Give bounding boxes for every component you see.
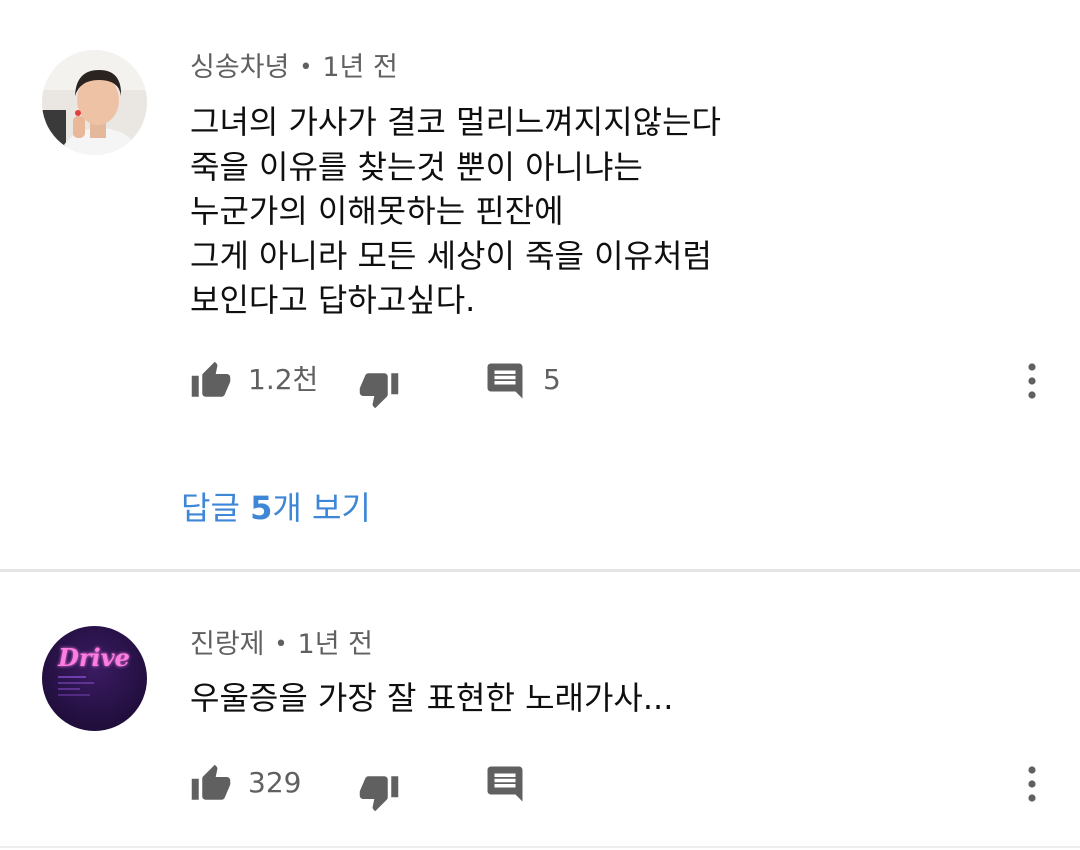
comment-line: 그녀의 가사가 결코 멀리느껴지지않는다 — [190, 103, 721, 141]
avatar[interactable] — [42, 50, 147, 155]
comment-line: 누군가의 이해못하는 핀잔에 — [190, 192, 564, 230]
view-replies-prefix: 답글 — [181, 489, 251, 527]
comment-item: 싱송차녕 • 1년 전 그녀의 가사가 결코 멀리느껴지지않는다 죽을 이유를 찾는… — [0, 0, 1080, 570]
separator-dot: • — [299, 55, 313, 80]
comment-divider — [0, 569, 1080, 572]
avatar-neon-text: Drive — [57, 643, 130, 672]
comment-actions: 329 — [0, 753, 1080, 813]
avatar-photo — [42, 50, 147, 155]
comment-meta: 싱송차녕 • 1년 전 — [190, 50, 398, 88]
thumbs-up-icon[interactable] — [190, 763, 232, 805]
thumbs-down-icon[interactable] — [358, 368, 400, 410]
view-replies-suffix: 개 보기 — [272, 489, 371, 527]
separator-dot: • — [274, 632, 288, 657]
comment-item: Drive 진랑제 • 1년 전 우울증을 가장 잘 표현한 노래가사... 329 — [0, 573, 1080, 850]
comment-line: 보인다고 답하고싶다. — [190, 281, 476, 319]
avatar-drive-image: Drive — [42, 626, 147, 731]
view-replies-link[interactable]: 답글 5개 보기 — [181, 486, 371, 530]
author-name[interactable]: 싱송차녕 — [190, 52, 289, 83]
comment-icon[interactable] — [484, 763, 526, 805]
comment-time: 1년 전 — [322, 52, 398, 83]
thumbs-down-icon[interactable] — [358, 771, 400, 813]
view-replies-count: 5 — [250, 489, 273, 527]
comment-actions: 1.2천 5 — [0, 350, 1080, 410]
comment-line: 죽을 이유를 찾는것 뿐이 아니냐는 — [190, 147, 643, 186]
comment-divider — [0, 846, 1080, 848]
comment-line: 그게 아니라 모든 세상이 죽을 이유처럼 — [190, 236, 712, 275]
more-vertical-icon[interactable] — [1016, 763, 1048, 805]
comment-text: 그녀의 가사가 결코 멀리느껴지지않는다 죽을 이유를 찾는것 뿐이 아니냐는 … — [190, 100, 721, 323]
reply-count: 5 — [543, 363, 561, 396]
avatar[interactable]: Drive — [42, 626, 147, 731]
comment-time: 1년 전 — [297, 629, 373, 660]
more-vertical-icon[interactable] — [1016, 360, 1048, 402]
thumbs-up-icon[interactable] — [190, 360, 232, 402]
comment-line: 우울증을 가장 잘 표현한 노래가사... — [190, 679, 674, 717]
comment-meta: 진랑제 • 1년 전 — [190, 627, 373, 665]
author-name[interactable]: 진랑제 — [190, 629, 265, 660]
comment-icon[interactable] — [484, 360, 526, 402]
like-count: 1.2천 — [248, 363, 319, 396]
comment-text: 우울증을 가장 잘 표현한 노래가사... — [190, 676, 673, 721]
like-count: 329 — [248, 766, 302, 799]
